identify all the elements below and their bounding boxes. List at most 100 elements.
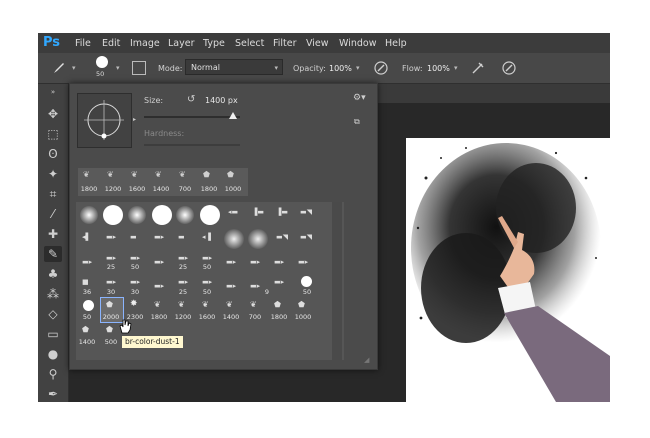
magic-wand-tool-icon[interactable]: ✦: [44, 166, 62, 182]
shield-brush-icon[interactable]: ⬟: [106, 325, 113, 334]
shield-brush-icon[interactable]: ⬟: [82, 325, 89, 334]
opacity-value[interactable]: 100%: [329, 64, 352, 73]
dodge-tool-icon[interactable]: ⚲: [44, 366, 62, 382]
brush-tool-icon-active[interactable]: ✎: [44, 246, 62, 262]
dust-brush-icon[interactable]: ❦: [131, 170, 138, 179]
new-preset-icon[interactable]: ⧉: [354, 117, 360, 127]
flat-brush-icon[interactable]: ▐▬: [252, 208, 264, 216]
menu-help[interactable]: Help: [385, 38, 407, 49]
menu-file[interactable]: File: [75, 38, 91, 49]
tip-brush-icon[interactable]: ▬▸: [178, 278, 188, 286]
brush-picker-chevron-icon[interactable]: ▾: [116, 64, 120, 72]
dust-brush-icon[interactable]: ❦: [226, 300, 233, 309]
healing-brush-tool-icon[interactable]: ✚: [44, 226, 62, 242]
pressure-size-icon[interactable]: [501, 60, 517, 76]
dust-brush-icon[interactable]: ❦: [155, 170, 162, 179]
tip-brush-icon[interactable]: ▬▸: [130, 254, 140, 262]
tip-brush-icon[interactable]: ▬▸: [226, 282, 236, 290]
hard-round-brush-icon[interactable]: [103, 205, 123, 225]
lasso-tool-icon[interactable]: ʘ: [44, 146, 62, 162]
flow-value[interactable]: 100%: [427, 64, 450, 73]
soft-round-brush-icon[interactable]: [224, 229, 244, 249]
pen-tool-icon[interactable]: ✒: [44, 386, 62, 402]
opacity-chevron-icon[interactable]: ▾: [356, 64, 360, 72]
shield-brush-icon[interactable]: ⬟: [274, 300, 281, 309]
hard-round-brush-icon[interactable]: [152, 205, 172, 225]
tool-preset-chevron-icon[interactable]: ▾: [72, 64, 76, 72]
hard-round-brush-icon[interactable]: [83, 300, 94, 311]
airbrush-icon[interactable]: [470, 60, 486, 76]
gear-icon[interactable]: ⚙▾: [353, 93, 366, 103]
bristle-brush-icon[interactable]: ▬: [178, 233, 185, 241]
tip-brush-icon[interactable]: ■: [82, 278, 89, 286]
tip-brush-icon[interactable]: ▬▸: [298, 258, 308, 266]
tip-brush-icon[interactable]: ▬▸: [130, 278, 140, 286]
soft-round-brush-icon[interactable]: [80, 206, 98, 224]
marquee-tool-icon[interactable]: ⬚: [44, 126, 62, 142]
tip-brush-icon[interactable]: ▬▸: [202, 254, 212, 262]
bristle-brush-icon[interactable]: ▬: [130, 233, 137, 241]
bristle-brush-icon[interactable]: ▬▸: [154, 233, 164, 241]
tip-brush-icon[interactable]: ▬▸: [82, 258, 92, 266]
soft-round-brush-icon[interactable]: [128, 206, 146, 224]
size-slider-thumb[interactable]: [229, 112, 237, 119]
collapse-toolbar-icon[interactable]: »: [44, 84, 62, 100]
dust-brush-icon[interactable]: ❦: [178, 300, 185, 309]
brush-preview-icon[interactable]: [96, 56, 108, 68]
tip-brush-icon[interactable]: ▬▸: [202, 278, 212, 286]
menu-view[interactable]: View: [306, 38, 329, 49]
tip-brush-icon[interactable]: ▬▸: [154, 282, 164, 290]
menu-layer[interactable]: Layer: [168, 38, 195, 49]
dust-brush-icon[interactable]: ❦: [202, 300, 209, 309]
dust-brush-icon[interactable]: ❦: [179, 170, 186, 179]
eyedropper-tool-icon[interactable]: ⁄: [44, 206, 62, 222]
tip-brush-icon[interactable]: ▬▸: [274, 258, 284, 266]
flow-chevron-icon[interactable]: ▾: [454, 64, 458, 72]
resize-grip-icon[interactable]: ◢: [364, 356, 369, 364]
tip-brush-icon[interactable]: ▬▸: [274, 278, 284, 286]
size-slider-track[interactable]: [144, 116, 240, 118]
tip-brush-icon[interactable]: ▬▸: [226, 258, 236, 266]
shield-brush-icon[interactable]: ⬟: [106, 300, 113, 309]
flat-brush-icon[interactable]: ▐▬: [276, 208, 288, 216]
bristle-brush-icon[interactable]: ▬▸: [106, 233, 116, 241]
tip-brush-icon[interactable]: ▬▸: [106, 278, 116, 286]
clone-stamp-tool-icon[interactable]: ♣: [44, 266, 62, 282]
reset-size-icon[interactable]: ↺: [187, 94, 195, 105]
dust-brush-icon[interactable]: ❦: [154, 300, 161, 309]
hard-round-brush-icon[interactable]: [200, 205, 220, 225]
flat-brush-icon[interactable]: ▬◥: [276, 233, 288, 241]
shield-brush-icon[interactable]: ⬟: [203, 170, 210, 179]
brush-angle-preview[interactable]: [77, 93, 132, 148]
bristle-brush-icon[interactable]: ◂▌: [82, 233, 91, 241]
tip-brush-icon[interactable]: ▬▸: [106, 254, 116, 262]
blur-tool-icon[interactable]: ●: [44, 346, 62, 362]
menu-edit[interactable]: Edit: [102, 38, 120, 49]
menu-select[interactable]: Select: [235, 38, 264, 49]
shield-brush-icon[interactable]: ⬟: [298, 300, 305, 309]
brush-grid-scrollbar[interactable]: [332, 202, 342, 360]
tip-brush-icon[interactable]: ▬▸: [178, 254, 188, 262]
eraser-tool-icon[interactable]: ◇: [44, 306, 62, 322]
flat-brush-icon[interactable]: ◂▬: [228, 208, 238, 216]
brush-panel-toggle-icon[interactable]: [132, 61, 146, 75]
move-tool-icon[interactable]: ✥: [44, 106, 62, 122]
shield-brush-icon[interactable]: ⬟: [227, 170, 234, 179]
flat-brush-icon[interactable]: ▬◥: [300, 233, 312, 241]
tip-brush-icon[interactable]: ▬▸: [250, 258, 260, 266]
flat-brush-icon[interactable]: ▬◥: [300, 208, 312, 216]
splatter-brush-icon[interactable]: ✸: [130, 299, 138, 309]
menu-window[interactable]: Window: [339, 38, 376, 49]
hard-round-brush-icon[interactable]: [301, 276, 312, 287]
tip-brush-icon[interactable]: ▬▸: [154, 258, 164, 266]
pressure-opacity-icon[interactable]: [373, 60, 389, 76]
gradient-tool-icon[interactable]: ▭: [44, 326, 62, 342]
brush-tool-icon[interactable]: [52, 61, 66, 75]
dust-brush-icon[interactable]: ❦: [83, 170, 90, 179]
dust-brush-icon[interactable]: ❦: [250, 300, 257, 309]
menu-type[interactable]: Type: [203, 38, 225, 49]
soft-round-brush-icon[interactable]: [176, 206, 194, 224]
soft-round-brush-icon[interactable]: [248, 229, 268, 249]
mode-select[interactable]: Normal ▾: [185, 59, 283, 75]
bristle-brush-icon[interactable]: ◂▐: [202, 233, 211, 241]
